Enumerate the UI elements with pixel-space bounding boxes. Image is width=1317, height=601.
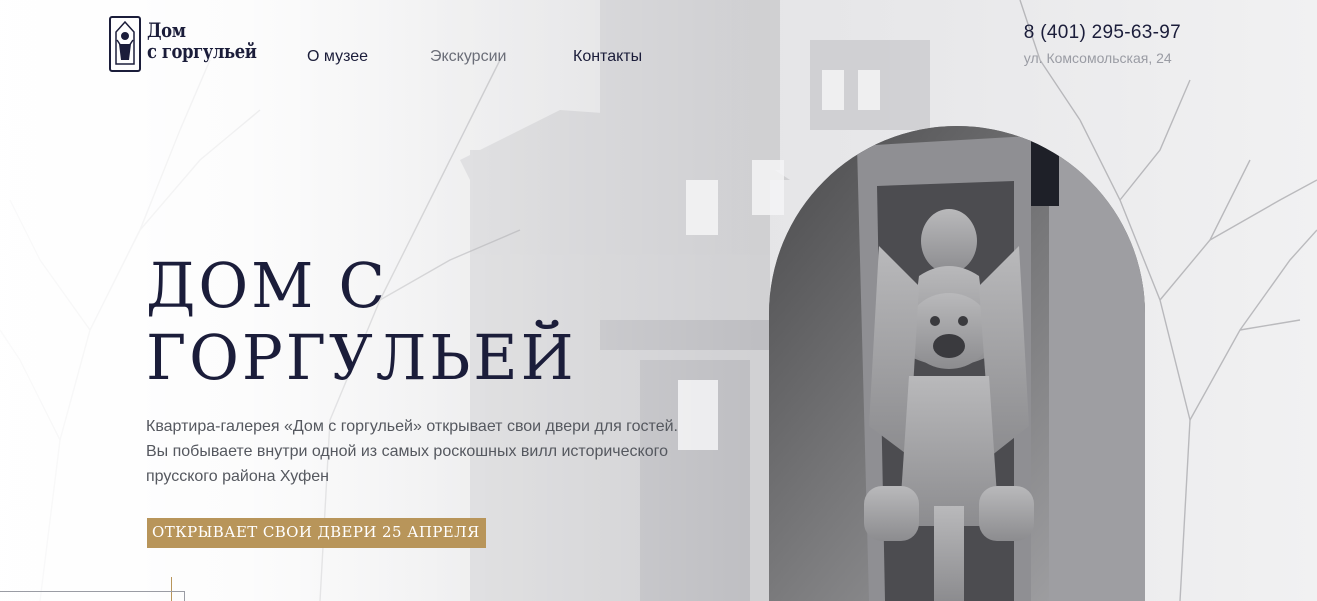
decorative-corner <box>0 591 185 601</box>
address: ул. Комсомольская, 24 <box>1023 50 1172 66</box>
logo-wordmark: Дом с горгульей <box>147 18 257 63</box>
nav-item-contacts[interactable]: Контакты <box>573 48 642 66</box>
hero-title-line2: горгульей <box>146 321 577 394</box>
opening-date-badge: Открывает свои двери 25 апреля <box>147 518 486 548</box>
hero-title: Дом с горгульей <box>146 250 577 394</box>
logo-text-line1: Дом <box>147 18 186 42</box>
gargoyle-photo <box>769 126 1145 601</box>
gargoyle-emblem-icon <box>109 16 141 72</box>
site-logo[interactable]: Дом с горгульей <box>109 16 281 72</box>
nav-item-excursions[interactable]: Экскурсии <box>430 48 506 66</box>
hero-title-line1: Дом с <box>146 249 388 322</box>
header-contacts: 8 (401) 295-63-97 ул. Комсомольская, 24 <box>1024 22 1181 66</box>
hero-description: Квартира-галерея «Дом с горгульей» откры… <box>146 418 678 485</box>
logo-text-line2: с горгульей <box>147 39 257 63</box>
phone-number[interactable]: 8 (401) 295-63-97 <box>1024 22 1181 44</box>
nav-item-about[interactable]: О музее <box>307 48 368 66</box>
